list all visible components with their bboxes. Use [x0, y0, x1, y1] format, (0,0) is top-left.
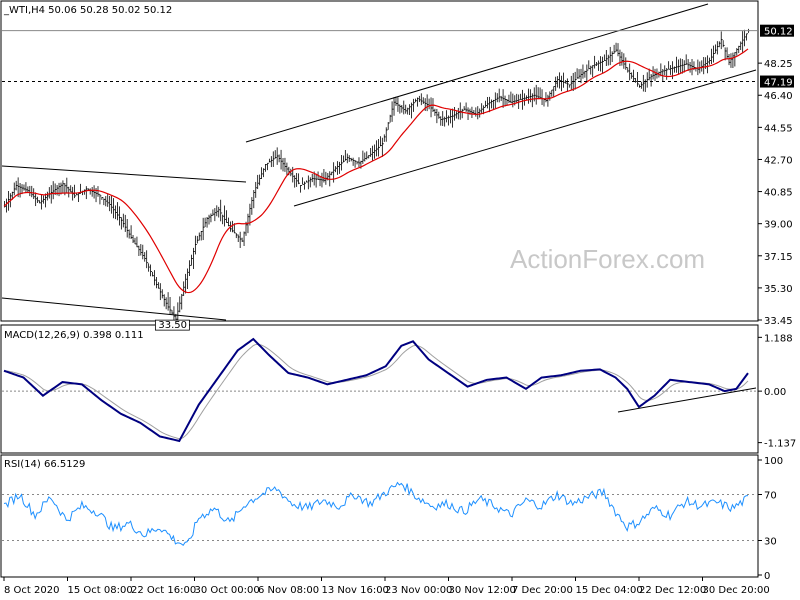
macd-tick-label: 0.00: [764, 387, 786, 398]
macd-title: MACD(12,26,9) 0.398 0.111: [4, 330, 144, 341]
x-tick-label: 15 Oct 08:00: [68, 585, 133, 596]
x-tick-label: 30 Oct 00:00: [195, 585, 260, 596]
x-tick-label: 22 Oct 16:00: [131, 585, 196, 596]
rsi-panel: [0, 454, 759, 578]
rsi-tick-label: 100: [764, 456, 783, 467]
rsi-tick-label: 0: [764, 571, 770, 582]
price-tag-label: 50.12: [764, 27, 793, 38]
y-tick-label: 46.40: [764, 91, 793, 102]
y-tick-label: 35.30: [764, 284, 793, 295]
time-axis: 8 Oct 2020 15 Oct 08:0022 Oct 16:0030 Oct…: [3, 577, 770, 596]
y-tick-label: 37.15: [764, 252, 793, 263]
y-tick-label: 44.55: [764, 123, 793, 134]
x-tick-label: 13 Nov 16:00: [322, 585, 389, 596]
x-tick-label: 15 Dec 04:00: [576, 585, 643, 596]
rsi-title: RSI(14) 66.5129: [4, 459, 85, 470]
low-label: 33.50: [158, 320, 187, 331]
rsi-axis: 100 70 30 0: [758, 456, 783, 582]
rsi-tick-label: 70: [764, 491, 777, 502]
y-tick-label: 39.00: [764, 220, 793, 231]
x-tick-label: 30 Nov 12:00: [449, 585, 516, 596]
x-tick-label: 8 Oct 2020: [4, 585, 59, 596]
y-tick-label: 48.25: [764, 59, 793, 70]
macd-tick-label: 1.188: [764, 333, 793, 344]
x-tick-label: 23 Nov 00:00: [385, 585, 452, 596]
macd-axis: 1.188 0.00 -1.137: [758, 333, 796, 450]
x-tick-label: 7 Dec 20:00: [512, 585, 573, 596]
price-tag-label: 47.19: [764, 78, 793, 89]
x-tick-label: 6 Nov 08:00: [258, 585, 319, 596]
wti-h4-chart: ActionForex.com 33.50 _WTI,H4 50.06 50.2…: [0, 0, 796, 596]
y-tick-label: 40.85: [764, 188, 793, 199]
macd-panel: [0, 324, 759, 454]
macd-tick-label: -1.137: [764, 439, 796, 450]
price-axis: 50.12 48.25 47.19 46.40 44.55 42.70 40.85 39.00…: [758, 24, 794, 327]
watermark: ActionForex.com: [510, 244, 705, 274]
y-tick-label: 33.45: [764, 316, 793, 327]
rsi-tick-label: 30: [764, 537, 777, 548]
x-tick-label: 22 Dec 12:00: [639, 585, 706, 596]
y-tick-label: 42.70: [764, 155, 793, 166]
price-title: _WTI,H4 50.06 50.28 50.02 50.12: [3, 5, 172, 16]
x-tick-label: 30 Dec 20:00: [703, 585, 770, 596]
